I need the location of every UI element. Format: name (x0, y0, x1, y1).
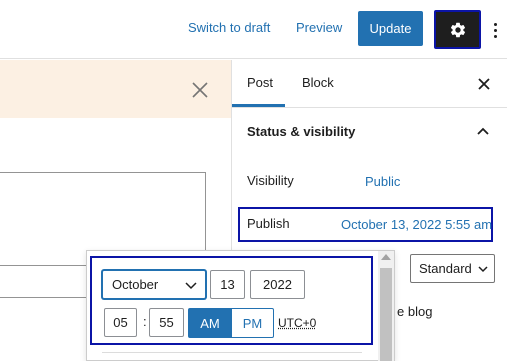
month-select[interactable]: October (102, 270, 206, 299)
publish-label: Publish (247, 216, 290, 231)
preview-button[interactable]: Preview (296, 20, 342, 35)
settings-button[interactable] (434, 10, 481, 49)
tabs-divider (232, 107, 507, 108)
timezone-label: UTC+0 (278, 316, 317, 330)
status-visibility-panel-title[interactable]: Status & visibility (247, 124, 355, 139)
visibility-value-button[interactable]: Public (365, 174, 400, 189)
switch-to-draft-button[interactable]: Switch to draft (188, 20, 270, 35)
more-options-button[interactable] (488, 13, 502, 47)
post-format-select[interactable]: Standard (410, 254, 495, 283)
popover-scrollbar-thumb[interactable] (380, 268, 392, 361)
close-notice-button[interactable] (188, 78, 212, 102)
content-divider (0, 265, 86, 266)
gear-icon (450, 22, 465, 37)
close-sidebar-button[interactable] (476, 76, 492, 92)
editor-toolbar: Switch to draft Preview Update (0, 0, 507, 59)
hours-input[interactable]: 05 (104, 308, 137, 337)
pm-button[interactable]: PM (231, 308, 274, 338)
scroll-up-arrow-icon[interactable] (381, 254, 391, 260)
tab-post[interactable]: Post (247, 75, 273, 90)
am-button[interactable]: AM (188, 308, 232, 338)
month-value: October (112, 277, 159, 292)
close-icon (478, 78, 490, 90)
stick-to-blog-label: e blog (397, 304, 433, 319)
day-input[interactable]: 13 (210, 270, 245, 299)
vertical-ellipsis-icon (493, 22, 497, 26)
tab-block[interactable]: Block (302, 75, 334, 90)
visibility-label: Visibility (247, 173, 294, 188)
close-icon (192, 82, 208, 98)
update-button[interactable]: Update (358, 11, 423, 46)
post-format-value: Standard (419, 261, 472, 276)
panel-toggle-button[interactable] (476, 124, 490, 138)
publish-date-button[interactable]: October 13, 2022 5:55 am (341, 217, 492, 232)
minutes-input[interactable]: 55 (149, 308, 184, 337)
chevron-up-icon (477, 127, 489, 135)
time-separator: : (143, 314, 147, 329)
popover-divider (102, 352, 362, 353)
chevron-down-icon (185, 282, 197, 290)
year-input[interactable]: 2022 (250, 270, 305, 299)
chevron-down-icon (478, 266, 488, 273)
